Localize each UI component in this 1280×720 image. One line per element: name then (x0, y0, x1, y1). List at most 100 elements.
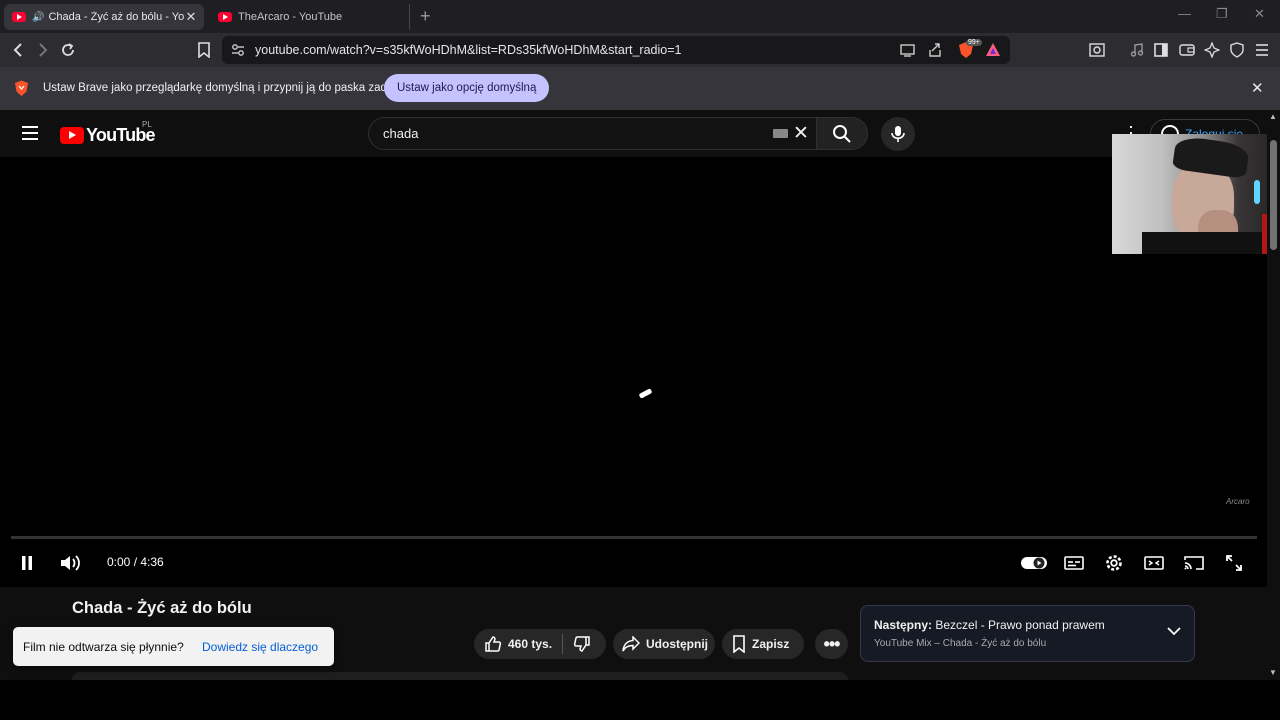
share-arrow-icon (622, 636, 640, 652)
subtitles-button[interactable] (1064, 551, 1084, 575)
playback-toast: Film nie odtwarza się płynnie? Dowiedz s… (13, 627, 334, 666)
set-default-button[interactable]: Ustaw jako opcję domyślną (384, 74, 550, 102)
cast-icon (1184, 556, 1204, 570)
youtube-favicon-icon (218, 12, 232, 22)
fullscreen-button[interactable] (1224, 551, 1244, 575)
youtube-favicon-icon (12, 12, 26, 22)
brave-logo-icon (14, 80, 29, 97)
scroll-up-arrow-icon[interactable]: ▲ (1269, 112, 1277, 121)
vpn-shield-icon[interactable] (1228, 41, 1246, 59)
video-player[interactable]: Arcaro 0:00 / 4:36 (0, 157, 1267, 587)
chevron-down-icon[interactable] (1167, 626, 1181, 636)
like-divider (562, 634, 564, 654)
pause-button[interactable] (18, 551, 36, 575)
infobar-message: Ustaw Brave jako przeglądarkę domyślną i… (43, 82, 400, 94)
browser-tab-strip: 🔊 Chada - Żyć aż do bólu - YouTube ✕ The… (0, 0, 1280, 33)
wallet-icon[interactable] (1178, 41, 1196, 59)
sidebar-icon[interactable] (1152, 41, 1170, 59)
tab-title: Chada - Żyć aż do bólu - YouTube (48, 11, 184, 23)
reload-button[interactable] (59, 41, 77, 59)
webcam-overlay (1112, 134, 1280, 254)
search-query: chada (383, 126, 419, 141)
clear-search-icon[interactable]: ✕ (793, 122, 809, 145)
bookmark-icon[interactable] (195, 41, 213, 59)
mix-subtitle: YouTube Mix – Chada - Żyć aż do bólu (874, 638, 1047, 649)
scrollbar-thumb[interactable] (1270, 140, 1277, 250)
more-actions-button[interactable]: ••• (815, 629, 848, 659)
search-input[interactable]: chada ✕ (368, 117, 816, 150)
leo-ai-icon[interactable] (1203, 41, 1221, 59)
back-button[interactable] (9, 41, 27, 59)
restore-button[interactable]: ❐ (1216, 6, 1228, 22)
window-close-button[interactable]: ✕ (1254, 6, 1265, 22)
speaker-icon[interactable]: 🔊 (32, 12, 44, 23)
mute-button[interactable] (58, 551, 82, 575)
autoplay-toggle-icon (1021, 557, 1047, 569)
default-browser-infobar: Ustaw Brave jako przeglądarkę domyślną i… (0, 67, 1280, 110)
site-settings-icon[interactable] (231, 43, 245, 57)
theater-mode-icon (1144, 556, 1164, 570)
thumbs-down-icon (573, 636, 590, 652)
brave-shields-icon[interactable]: 99+ (957, 39, 982, 59)
youtube-logo[interactable]: YouTube PL (60, 120, 156, 146)
tab-title: TheArcaro - YouTube (238, 11, 343, 23)
microphone-icon (891, 126, 905, 142)
learn-why-link[interactable]: Dowiedz się dlaczego (202, 640, 318, 654)
settings-button[interactable] (1104, 551, 1124, 575)
channel-watermark: Arcaro (1226, 497, 1250, 506)
save-label: Zapisz (752, 637, 790, 651)
country-code: PL (142, 120, 152, 129)
theater-mode-button[interactable] (1144, 551, 1164, 575)
thumbs-up-icon (485, 636, 502, 652)
youtube-play-logo-icon (60, 127, 84, 144)
page-scrollbar[interactable]: ▲ ▼ (1267, 110, 1280, 680)
url-text: youtube.com/watch?v=s35kfWoHDhM&list=RDs… (255, 43, 682, 57)
streamer-shirt (1142, 232, 1280, 254)
next-video-line: Następny: Bezczel - Prawo ponad prawem (874, 618, 1105, 632)
youtube-header: YouTube PL chada ✕ ⋮ Zaloguj się (0, 110, 1280, 157)
cast-button[interactable] (1184, 551, 1204, 575)
time-display: 0:00 / 4:36 (107, 555, 164, 569)
loading-spinner (638, 388, 653, 399)
save-button[interactable]: Zapisz (722, 629, 804, 659)
progress-bar[interactable] (11, 536, 1257, 539)
address-bar[interactable]: youtube.com/watch?v=s35kfWoHDhM&list=RDs… (222, 36, 1010, 64)
cast-page-icon[interactable] (900, 43, 916, 57)
subtitles-icon (1064, 556, 1084, 570)
next-label: Następny: (874, 618, 933, 632)
infobar-close-icon[interactable]: ✕ (1251, 79, 1264, 97)
close-tab-icon[interactable]: ✕ (184, 9, 198, 25)
media-music-icon[interactable] (1128, 41, 1146, 59)
menu-icon[interactable] (1253, 41, 1271, 59)
forward-button[interactable] (34, 41, 52, 59)
tab-thearcaro[interactable]: TheArcaro - YouTube (210, 4, 410, 30)
next-video-card[interactable]: Następny: Bezczel - Prawo ponad prawem Y… (860, 605, 1195, 662)
new-tab-button[interactable]: + (420, 6, 431, 27)
shields-badge: 99+ (966, 39, 982, 46)
scroll-down-arrow-icon[interactable]: ▼ (1269, 668, 1277, 677)
autoplay-toggle[interactable] (1020, 551, 1048, 575)
gear-icon (1106, 555, 1122, 571)
volume-icon (61, 555, 80, 571)
headset-light (1254, 180, 1260, 204)
save-bookmark-icon (733, 635, 745, 653)
tab-chada[interactable]: 🔊 Chada - Żyć aż do bólu - YouTube ✕ (4, 4, 204, 30)
brave-rewards-icon[interactable] (985, 42, 1001, 58)
fullscreen-icon (1226, 555, 1242, 571)
guide-menu-icon[interactable] (22, 126, 38, 140)
search-icon (833, 124, 851, 143)
keyboard-icon[interactable] (773, 129, 788, 138)
pause-icon (22, 556, 32, 570)
toast-message: Film nie odtwarza się płynnie? (23, 640, 184, 654)
search-button[interactable] (816, 117, 868, 150)
bottom-blank-area (0, 680, 1280, 720)
dislike-button[interactable] (573, 635, 597, 653)
like-button[interactable]: 460 tys. (484, 635, 552, 653)
voice-search-button[interactable] (881, 117, 915, 151)
video-title: Chada - Żyć aż do bólu (72, 599, 252, 617)
minimize-button[interactable]: — (1178, 6, 1191, 21)
share-icon[interactable] (927, 42, 943, 58)
screenshot-icon[interactable] (1088, 41, 1106, 59)
browser-toolbar: youtube.com/watch?v=s35kfWoHDhM&list=RDs… (0, 33, 1280, 67)
share-button[interactable]: Udostępnij (613, 629, 715, 659)
